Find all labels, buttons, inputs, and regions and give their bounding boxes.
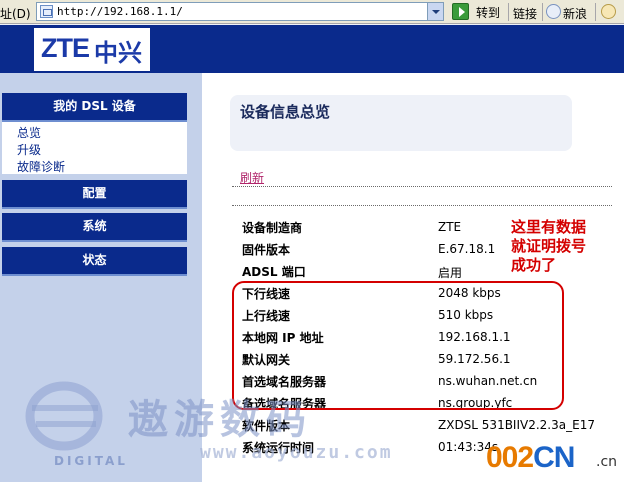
toolbar-separator <box>595 3 596 21</box>
toolbar-separator <box>542 3 543 21</box>
sidebar-item-config[interactable]: 配置 <box>2 180 187 209</box>
annotation-line: 就证明拨号 <box>511 237 587 255</box>
address-bar: 址(D) http://192.168.1.1/ 转到 链接 新浪 <box>0 0 624 24</box>
url-input[interactable]: http://192.168.1.1/ <box>36 2 444 21</box>
info-label: 设备制造商 <box>242 221 303 235</box>
refresh-link[interactable]: 刷新 <box>240 169 264 186</box>
sidebar-item-my-dsl-device[interactable]: 我的 DSL 设备 <box>2 93 187 122</box>
annotation-line: 成功了 <box>511 256 557 274</box>
sidebar-item-system[interactable]: 系统 <box>2 213 187 242</box>
logo-text: ZTE <box>41 33 90 63</box>
watermark-site-suffix: .cn <box>596 454 618 470</box>
watermark-url: www.aoyouzu.com <box>200 442 393 463</box>
watermark-brand: 遨游数码 <box>128 396 312 443</box>
url-text[interactable]: http://192.168.1.1/ <box>57 5 183 18</box>
go-arrow-icon <box>452 3 469 20</box>
bookmark-icon[interactable] <box>601 4 616 19</box>
sidebar-item-status[interactable]: 状态 <box>2 247 187 276</box>
toolbar-separator <box>508 3 509 21</box>
info-value: 启用 <box>438 266 463 280</box>
title-card: 设备信息总览 <box>230 95 572 151</box>
sina-link[interactable]: 新浪 <box>563 5 587 22</box>
watermark-site-a: 002 <box>486 441 534 474</box>
ie-page-icon <box>40 5 53 18</box>
chevron-down-icon[interactable] <box>427 3 443 20</box>
sidebar-submenu: 总览 升级 故障诊断 <box>2 122 187 174</box>
logo-chinese: 中兴 <box>94 39 142 67</box>
address-label: 址(D) <box>0 7 31 21</box>
watermark-site-logo: 002CN <box>486 441 575 475</box>
annotation-line: 这里有数据 <box>511 218 587 236</box>
sidebar-item-overview[interactable]: 总览 <box>17 124 41 141</box>
links-button[interactable]: 链接 <box>513 5 537 22</box>
sidebar-item-upgrade[interactable]: 升级 <box>17 141 41 158</box>
annotation-text: 这里有数据 就证明拨号 成功了 <box>511 218 619 275</box>
watermark-digital: DIGITAL <box>54 454 128 468</box>
info-value: ZTE <box>438 220 462 234</box>
info-label: ADSL 端口 <box>242 265 306 279</box>
go-label: 转到 <box>476 6 501 20</box>
go-button[interactable]: 转到 <box>452 3 506 21</box>
divider <box>232 186 612 187</box>
page-title: 设备信息总览 <box>240 103 331 121</box>
page-header: ZTE 中兴 <box>0 25 624 73</box>
info-value: E.67.18.1 <box>438 242 496 256</box>
info-value: ZXDSL 531BIIV2.2.3a_E17 <box>438 418 595 432</box>
info-label: 固件版本 <box>242 243 291 257</box>
zte-logo: ZTE 中兴 <box>34 28 150 71</box>
sidebar-item-diagnostics[interactable]: 故障诊断 <box>17 158 65 175</box>
divider <box>232 205 612 206</box>
sina-icon[interactable] <box>546 4 561 19</box>
watermark-site-b: CN <box>533 441 575 474</box>
